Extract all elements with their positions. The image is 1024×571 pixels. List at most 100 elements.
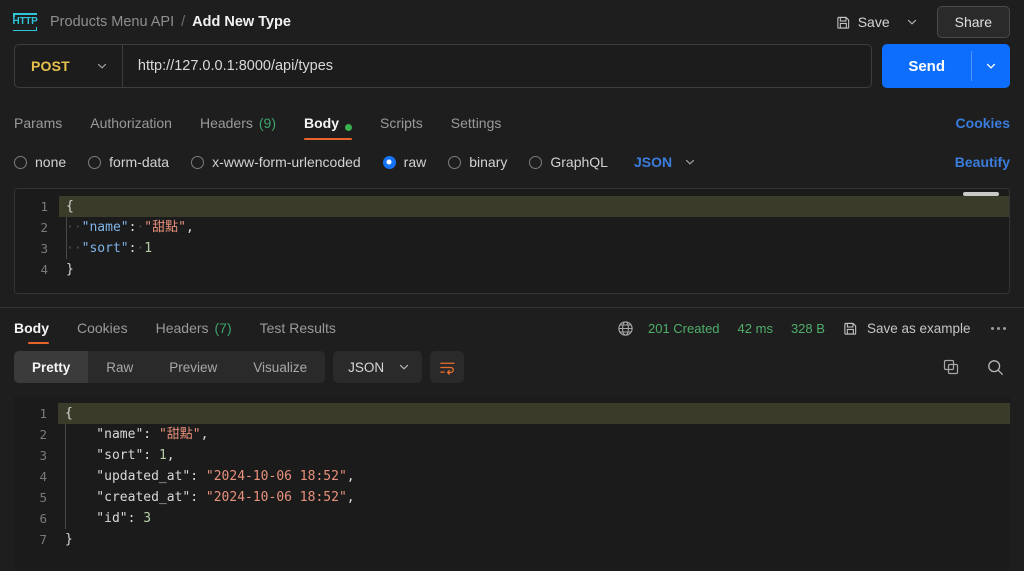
view-preview[interactable]: Preview bbox=[151, 351, 235, 383]
response-code-content[interactable]: { "name": "甜點", "sort": 1, "updated_at":… bbox=[58, 396, 1010, 571]
app-header: HTTP Products Menu API / Add New Type Sa… bbox=[0, 0, 1024, 44]
view-visualize[interactable]: Visualize bbox=[235, 351, 325, 383]
response-tab-body[interactable]: Body bbox=[14, 308, 63, 344]
request-code-content[interactable]: {··"name":·"甜點",··"sort":·1} bbox=[59, 189, 1009, 293]
chevron-down-icon bbox=[398, 361, 410, 373]
view-raw[interactable]: Raw bbox=[88, 351, 151, 383]
response-status: 201 Created bbox=[648, 321, 720, 336]
tab-params[interactable]: Params bbox=[14, 102, 76, 140]
response-tab-test-results[interactable]: Test Results bbox=[246, 308, 350, 344]
tab-scripts[interactable]: Scripts bbox=[366, 102, 437, 140]
tab-authorization[interactable]: Authorization bbox=[76, 102, 186, 140]
url-input[interactable] bbox=[123, 45, 871, 87]
postman-window: HTTP Products Menu API / Add New Type Sa… bbox=[0, 0, 1024, 571]
code-token: } bbox=[65, 532, 73, 547]
wrap-text-button[interactable] bbox=[430, 351, 464, 383]
copy-icon bbox=[942, 358, 960, 376]
request-body-editor[interactable]: 1234 {··"name":·"甜點",··"sort":·1} bbox=[14, 188, 1010, 294]
tab-label: Body bbox=[14, 320, 49, 336]
response-body-editor[interactable]: 1234567 { "name": "甜點", "sort": 1, "upda… bbox=[14, 396, 1010, 571]
response-view-row: Pretty Raw Preview Visualize JSON bbox=[0, 346, 1024, 388]
radio-selected-icon bbox=[383, 156, 396, 169]
code-line: { bbox=[58, 403, 1010, 424]
line-number: 3 bbox=[14, 445, 58, 466]
method-select[interactable]: POST bbox=[15, 45, 123, 87]
line-number: 5 bbox=[14, 487, 58, 508]
response-format-select[interactable]: JSON bbox=[333, 351, 422, 383]
globe-icon[interactable] bbox=[617, 320, 634, 337]
response-format-label: JSON bbox=[348, 360, 384, 375]
line-number: 7 bbox=[14, 529, 58, 550]
body-type-form-data[interactable]: form-data bbox=[88, 154, 169, 170]
body-type-raw[interactable]: raw bbox=[383, 154, 427, 170]
request-format-select[interactable]: JSON bbox=[634, 154, 696, 170]
cookies-link[interactable]: Cookies bbox=[956, 115, 1010, 140]
body-type-binary[interactable]: binary bbox=[448, 154, 507, 170]
code-token: 1 bbox=[159, 448, 167, 463]
send-button[interactable]: Send bbox=[882, 44, 971, 88]
radio-label: none bbox=[35, 154, 66, 170]
view-pretty[interactable]: Pretty bbox=[14, 351, 88, 383]
code-line: { bbox=[59, 196, 1009, 217]
save-button[interactable]: Save bbox=[827, 9, 899, 35]
radio-label: GraphQL bbox=[550, 154, 608, 170]
code-line: "updated_at": "2024-10-06 18:52", bbox=[58, 466, 1010, 487]
breadcrumb-parent[interactable]: Products Menu API bbox=[50, 14, 174, 30]
code-line: } bbox=[59, 259, 1009, 280]
radio-label: x-www-form-urlencoded bbox=[212, 154, 361, 170]
http-icon: HTTP bbox=[12, 12, 38, 32]
chevron-down-icon bbox=[985, 60, 997, 72]
response-body-wrap: 1234567 { "name": "甜點", "sort": 1, "upda… bbox=[0, 388, 1024, 571]
request-code-area: 1234 {··"name":·"甜點",··"sort":·1} bbox=[15, 189, 1009, 293]
search-button[interactable] bbox=[980, 352, 1010, 382]
beautify-button[interactable]: Beautify bbox=[955, 154, 1010, 170]
code-token: , bbox=[347, 469, 355, 484]
body-type-graphql[interactable]: GraphQL bbox=[529, 154, 608, 170]
tab-label: Settings bbox=[451, 115, 502, 131]
floppy-disk-icon bbox=[836, 15, 851, 30]
code-token: "created_at" bbox=[65, 490, 190, 505]
code-token: { bbox=[66, 199, 74, 214]
radio-label: form-data bbox=[109, 154, 169, 170]
code-line: ··"sort":·1 bbox=[59, 238, 1009, 259]
save-as-example-button[interactable]: Save as example bbox=[843, 321, 971, 336]
tab-label: Authorization bbox=[90, 115, 172, 131]
send-options-button[interactable] bbox=[972, 44, 1010, 88]
response-time: 42 ms bbox=[738, 321, 773, 336]
more-horizontal-icon[interactable] bbox=[987, 323, 1011, 335]
tab-headers[interactable]: Headers (9) bbox=[186, 102, 290, 140]
code-token: 1 bbox=[144, 241, 152, 256]
save-options-button[interactable] bbox=[899, 10, 925, 34]
copy-button[interactable] bbox=[936, 352, 966, 382]
response-tab-cookies[interactable]: Cookies bbox=[63, 308, 142, 344]
page-title: Add New Type bbox=[192, 14, 291, 30]
body-type-none[interactable]: none bbox=[14, 154, 66, 170]
code-line: "name": "甜點", bbox=[58, 424, 1010, 445]
save-group: Save bbox=[827, 9, 925, 35]
tab-label: Body bbox=[304, 115, 339, 131]
response-size: 328 B bbox=[791, 321, 825, 336]
share-button[interactable]: Share bbox=[937, 6, 1010, 38]
url-bar: POST bbox=[14, 44, 872, 88]
tab-label: Test Results bbox=[260, 320, 336, 336]
code-line: } bbox=[58, 529, 1010, 550]
code-line: "id": 3 bbox=[58, 508, 1010, 529]
tab-label: Params bbox=[14, 115, 62, 131]
code-token: : bbox=[190, 490, 206, 505]
breadcrumb-separator: / bbox=[181, 14, 185, 30]
radio-icon bbox=[191, 156, 204, 169]
line-number: 2 bbox=[15, 217, 59, 238]
request-editor-scrollbar[interactable] bbox=[963, 192, 999, 196]
url-bar-row: POST Send bbox=[0, 44, 1024, 88]
tab-count: (9) bbox=[259, 115, 276, 131]
line-number: 4 bbox=[15, 259, 59, 280]
body-type-urlencoded[interactable]: x-www-form-urlencoded bbox=[191, 154, 361, 170]
response-tab-headers[interactable]: Headers (7) bbox=[142, 308, 246, 344]
code-token: : bbox=[143, 448, 159, 463]
request-format-label: JSON bbox=[634, 154, 672, 170]
response-code-area: 1234567 { "name": "甜點", "sort": 1, "upda… bbox=[14, 396, 1010, 571]
tab-settings[interactable]: Settings bbox=[437, 102, 516, 140]
radio-label: binary bbox=[469, 154, 507, 170]
tab-body[interactable]: Body bbox=[290, 102, 366, 140]
code-token: "updated_at" bbox=[65, 469, 190, 484]
